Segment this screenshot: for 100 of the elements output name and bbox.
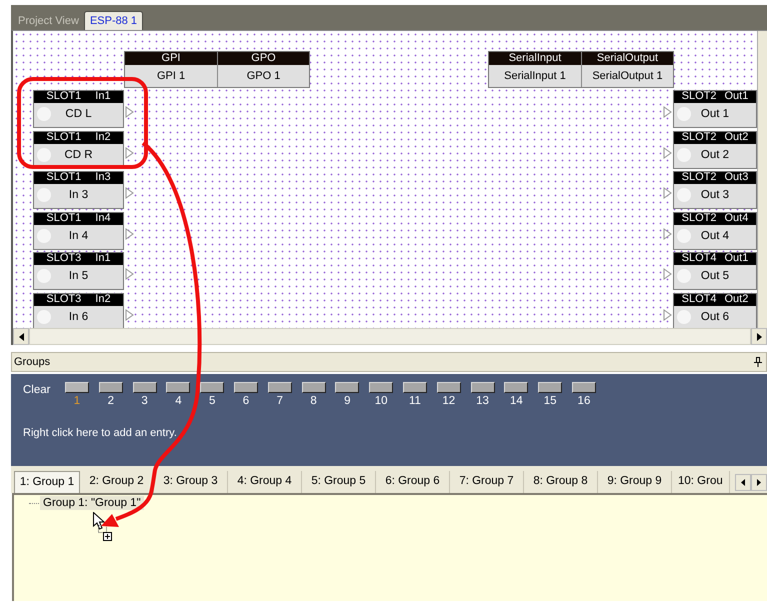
slot-label: SLOT2 [682, 172, 716, 184]
tree-item[interactable]: Group 1: "Group 1" [40, 496, 144, 510]
port-triangle-icon [125, 308, 134, 320]
group-number: 2 [108, 395, 114, 408]
group-button[interactable] [470, 382, 495, 393]
block-label: GPO 1 [246, 69, 282, 84]
port-triangle-icon [663, 308, 672, 320]
vertical-scrollbar[interactable] [757, 31, 767, 328]
slot-label: SLOT2 [682, 132, 716, 144]
group-button[interactable] [200, 382, 224, 393]
group-button[interactable] [98, 382, 123, 393]
group-number: 3 [141, 395, 148, 408]
group-number: 1 [74, 395, 80, 408]
block-header: GPO [218, 52, 309, 65]
group-number: 4 [175, 395, 182, 408]
group-number: 9 [344, 395, 351, 408]
scroll-right-button[interactable] [751, 328, 767, 345]
block-name: Out 2 [700, 148, 730, 160]
group-number: 5 [208, 395, 216, 408]
input-block[interactable]: SLOT1 In4 In 4 [33, 212, 124, 250]
group-button[interactable] [65, 382, 89, 393]
slot-label: SLOT3 [46, 253, 82, 265]
block-name: In 4 [68, 230, 88, 242]
output-block[interactable]: SLOT2 Out1 Out 1 [673, 90, 757, 128]
group-button[interactable] [302, 382, 326, 393]
group-button[interactable] [335, 382, 360, 393]
block-name: Out 6 [700, 310, 730, 322]
group-number: 8 [310, 395, 317, 408]
slot-label: SLOT2 [682, 212, 716, 224]
port-triangle-icon [125, 228, 134, 240]
right-arrow-icon [757, 479, 761, 486]
port-label: Out4 [724, 212, 748, 224]
block-name: Out 5 [700, 270, 730, 282]
port-label: Out2 [724, 132, 748, 144]
output-block[interactable]: SLOT2 Out3 Out 3 [673, 171, 757, 209]
port-label: In4 [95, 212, 111, 224]
left-arrow-icon [18, 332, 24, 340]
input-block[interactable]: SLOT3 In1 In 5 [33, 252, 124, 290]
block-name: In 3 [68, 189, 88, 201]
pin-icon[interactable] [754, 357, 762, 367]
block-label: SerialInput 1 [503, 69, 567, 84]
group-button[interactable] [538, 382, 562, 393]
output-block[interactable]: SLOT4 Out1 Out 5 [673, 252, 757, 290]
port-label: In1 [95, 91, 111, 103]
slot-label: SLOT1 [46, 212, 82, 224]
port-triangle-icon [125, 187, 134, 199]
group-button[interactable] [268, 382, 292, 393]
output-block[interactable]: SLOT4 Out2 Out 6 [673, 292, 757, 328]
port-label: In3 [95, 172, 111, 184]
block-name: CD L [65, 108, 92, 120]
port-label: Out2 [724, 294, 748, 306]
block-name: Out 4 [700, 230, 730, 242]
port-label: In2 [95, 294, 111, 306]
port-triangle-icon [663, 268, 672, 280]
group-button[interactable] [436, 382, 461, 393]
group-number: 7 [276, 395, 283, 408]
port-triangle-icon [663, 228, 672, 240]
panel-title: Groups [14, 354, 50, 370]
clear-label[interactable]: Clear [23, 382, 65, 400]
port-triangle-icon [125, 106, 134, 118]
group-number: 14 [510, 395, 523, 408]
slot-label: SLOT4 [682, 294, 716, 306]
port-label: Out1 [724, 91, 748, 103]
slot-label: SLOT1 [46, 172, 82, 184]
slot-label: SLOT3 [46, 294, 82, 306]
slot-label: SLOT1 [46, 91, 82, 103]
view-tab[interactable]: ESP-88 1 [84, 11, 144, 30]
group-button[interactable] [369, 382, 394, 393]
slot-label: SLOT1 [46, 132, 82, 144]
group-number: 12 [442, 395, 456, 408]
block-name: Out 1 [700, 108, 730, 120]
tab-scroll-right-button[interactable] [751, 474, 767, 491]
port-triangle-icon [125, 146, 134, 158]
block-label: SerialOutput 1 [591, 69, 664, 84]
group-button[interactable] [166, 382, 190, 393]
cursor-icon [93, 512, 105, 530]
scrollbar-thumb[interactable] [29, 328, 751, 345]
group-button[interactable] [402, 382, 427, 393]
output-block[interactable]: SLOT2 Out2 Out 2 [673, 130, 757, 168]
hint-text: Right click here to add an entry. [23, 426, 177, 441]
port-label: Out1 [724, 253, 748, 265]
input-block[interactable]: SLOT1 In1 CD L [33, 90, 124, 128]
port-triangle-icon [125, 268, 134, 280]
group-button[interactable] [132, 382, 157, 393]
tab-scroll-left-button[interactable] [735, 474, 751, 491]
block-name: CD R [64, 148, 93, 160]
group-button[interactable] [504, 382, 528, 393]
group-number: 6 [242, 395, 250, 408]
block-name: In 5 [68, 270, 88, 282]
output-block[interactable]: SLOT2 Out4 Out 4 [673, 212, 757, 250]
input-block[interactable]: SLOT3 In2 In 6 [33, 292, 124, 328]
left-arrow-icon [741, 479, 745, 486]
group-tab[interactable]: 1: Group 1 [14, 471, 80, 493]
group-button[interactable] [572, 382, 596, 393]
group-number: 13 [476, 395, 489, 408]
scroll-left-button[interactable] [13, 328, 29, 345]
block-name: In 6 [68, 310, 88, 322]
group-button[interactable] [234, 382, 258, 393]
input-block[interactable]: SLOT1 In3 In 3 [33, 171, 124, 209]
port-label: Out3 [724, 172, 748, 184]
